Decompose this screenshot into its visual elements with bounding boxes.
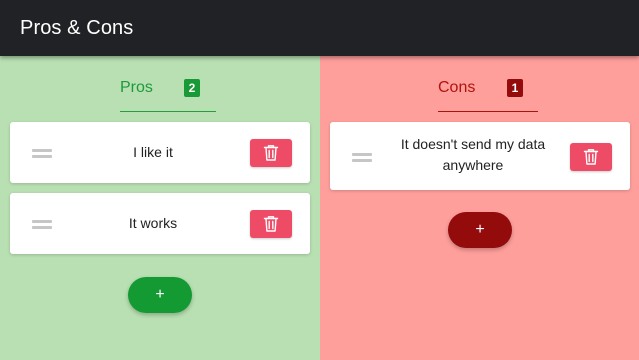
list-item-text: It doesn't send my data anywhere <box>400 136 546 173</box>
trash-icon <box>263 216 279 232</box>
list-item-text: It works <box>128 215 178 231</box>
list-item: I like it <box>10 122 310 183</box>
delete-button[interactable] <box>570 143 612 171</box>
app-title: Pros & Cons <box>20 17 134 39</box>
delete-button[interactable] <box>250 210 292 238</box>
drag-handle-icon[interactable] <box>32 149 52 158</box>
add-pro-button[interactable]: + <box>128 277 192 313</box>
cons-column: Cons 1 It doesn't send my data anywhere … <box>320 56 639 360</box>
trash-icon <box>583 149 599 165</box>
cons-header: Cons 1 <box>438 56 538 112</box>
pros-count-badge: 2 <box>184 79 200 97</box>
trash-icon <box>263 145 279 161</box>
app: Pros & Cons Pros 2 I like it It works + … <box>0 0 639 360</box>
drag-handle-icon[interactable] <box>32 220 52 229</box>
list-item-text: I like it <box>133 144 173 160</box>
delete-button[interactable] <box>250 139 292 167</box>
list-item: It doesn't send my data anywhere <box>330 122 630 190</box>
cons-title: Cons <box>438 79 476 96</box>
cons-count-badge: 1 <box>507 79 523 97</box>
add-con-button[interactable]: + <box>448 212 512 248</box>
pros-column: Pros 2 I like it It works + <box>0 56 320 360</box>
drag-handle-icon[interactable] <box>352 153 372 162</box>
top-app-bar: Pros & Cons <box>0 0 639 56</box>
pros-title: Pros <box>120 79 153 96</box>
pros-header: Pros 2 <box>120 56 216 112</box>
list-item: It works <box>10 193 310 254</box>
